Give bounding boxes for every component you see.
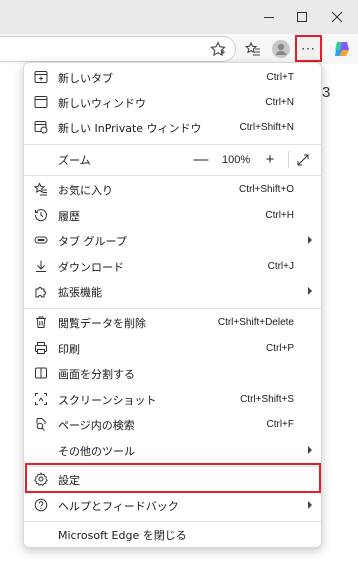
favorites-button[interactable]: [241, 38, 265, 60]
menu-item-more-tools[interactable]: その他のツール: [24, 438, 321, 463]
menu-item-clear-browsing-data[interactable]: 閲覧データを削除 Ctrl+Shift+Delete: [24, 310, 321, 335]
menu-item-zoom: ズーム — 100% +: [24, 147, 321, 172]
fullscreen-icon: [297, 154, 309, 165]
menu-item-find-on-page[interactable]: ページ内の検索 Ctrl+F: [24, 412, 321, 437]
close-icon: [331, 11, 343, 23]
more-icon: ···: [301, 41, 316, 56]
submenu-arrow-icon: [308, 446, 312, 454]
history-icon: [33, 207, 49, 223]
favorite-star-button[interactable]: [206, 38, 230, 60]
menu-item-favorites[interactable]: お気に入り Ctrl+Shift+O: [24, 177, 321, 202]
submenu-arrow-icon: [308, 236, 312, 244]
split-screen-icon: [33, 365, 49, 381]
favorites-icon: [245, 41, 260, 56]
screenshot-icon: [33, 391, 49, 407]
maximize-icon: [297, 12, 307, 22]
profile-icon: [272, 40, 290, 58]
help-icon: [33, 497, 49, 513]
menu-item-close-edge[interactable]: Microsoft Edge を閉じる: [24, 522, 321, 547]
page-partial-text: 3: [322, 84, 331, 101]
menu-separator: [24, 308, 321, 309]
submenu-arrow-icon: [308, 287, 312, 295]
zoom-level: 100%: [222, 153, 251, 166]
menu-separator: [24, 175, 321, 176]
minimize-button[interactable]: [252, 4, 286, 30]
minimize-icon: [264, 17, 274, 18]
menu-item-print[interactable]: 印刷 Ctrl+P: [24, 336, 321, 361]
copilot-button[interactable]: [330, 38, 354, 60]
menu-item-help-feedback[interactable]: ヘルプとフィードバック: [24, 493, 321, 518]
menu-item-new-tab[interactable]: 新しいタブ Ctrl+T: [24, 65, 321, 90]
menu-item-split-screen[interactable]: 画面を分割する: [24, 361, 321, 386]
close-button[interactable]: [320, 4, 354, 30]
menu-item-new-inprivate[interactable]: 新しい InPrivate ウィンドウ Ctrl+Shift+N: [24, 115, 321, 140]
menu-item-new-window[interactable]: 新しいウィンドウ Ctrl+N: [24, 90, 321, 115]
maximize-button[interactable]: [285, 4, 319, 30]
inprivate-icon: [33, 119, 49, 135]
menu-separator: [24, 144, 321, 145]
extensions-icon: [33, 283, 49, 299]
favorites-icon: [33, 181, 49, 197]
menu-item-history[interactable]: 履歴 Ctrl+H: [24, 203, 321, 228]
more-button[interactable]: ···: [295, 35, 322, 62]
tab-groups-icon: [33, 232, 49, 248]
menu-item-downloads[interactable]: ダウンロード Ctrl+J: [24, 254, 321, 279]
new-tab-icon: [33, 69, 49, 85]
trash-icon: [33, 314, 49, 330]
address-bar[interactable]: [0, 36, 236, 62]
fullscreen-button[interactable]: [295, 151, 311, 168]
print-icon: [33, 340, 49, 356]
settings-highlight-box: [25, 463, 321, 493]
new-window-icon: [33, 94, 49, 110]
zoom-divider: [288, 151, 289, 168]
copilot-icon: [335, 42, 349, 56]
submenu-arrow-icon: [308, 501, 312, 509]
menu-item-screenshot[interactable]: スクリーンショット Ctrl+Shift+S: [24, 387, 321, 412]
zoom-in-button[interactable]: +: [263, 147, 277, 172]
menu-item-tab-groups[interactable]: タブ グループ: [24, 228, 321, 253]
profile-button[interactable]: [269, 38, 293, 60]
menu-item-extensions[interactable]: 拡張機能: [24, 279, 321, 304]
favorite-star-icon: [210, 41, 226, 57]
find-icon: [33, 416, 49, 432]
zoom-out-button[interactable]: —: [194, 147, 209, 172]
download-icon: [33, 258, 49, 274]
